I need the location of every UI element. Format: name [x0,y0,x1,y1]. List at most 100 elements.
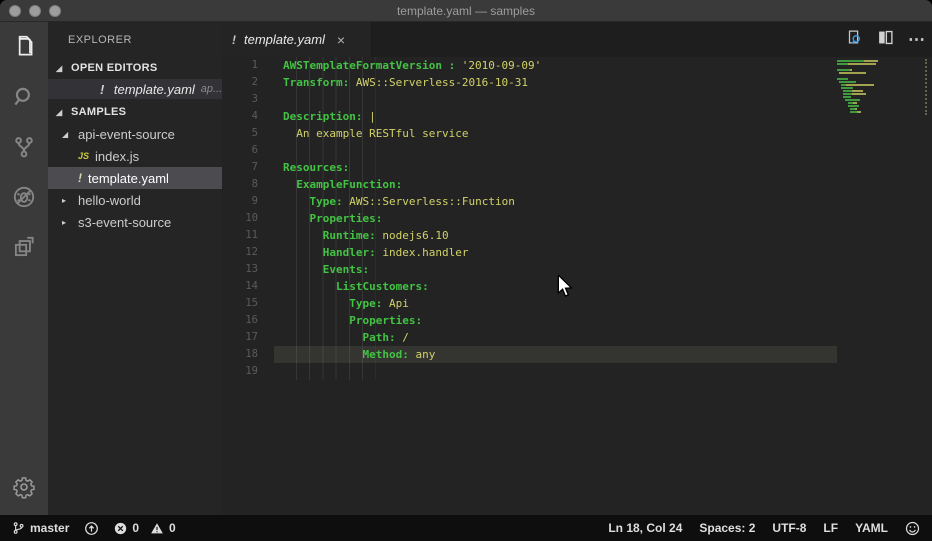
minimap-token [864,60,878,62]
debug-icon[interactable] [0,172,48,222]
code-line[interactable]: An example RESTful service [283,125,837,142]
more-actions-icon[interactable]: ⋯ [908,30,926,50]
samples-section-header[interactable]: ◢ SAMPLES [48,101,222,123]
minimap-token [843,93,852,95]
tab-template-yaml[interactable]: ! template.yaml × [222,22,372,57]
language-mode[interactable]: YAML [855,521,888,535]
minimap-token [841,87,853,89]
yaml-key-token: Method: [362,348,409,361]
open-editor-path-detail: ap... [200,83,222,95]
code-line[interactable]: Transform: AWS::Serverless-2016-10-31 [283,74,837,91]
yaml-value-token: any [408,348,436,361]
code-editor[interactable]: 1 2 3 4 5 6 7 8 9 10 11 12 13 14 15 16 17 18 19 AWSTemplat… [222,57,932,515]
yaml-key-token: Properties: [349,314,423,327]
samples-label: SAMPLES [71,106,127,118]
minimap-token [837,102,848,104]
minimap-token [843,96,851,98]
yaml-key-token: Description: [283,110,363,123]
code-line[interactable]: Path: / [283,329,837,346]
minimap-token [845,99,861,101]
tree-item-s3-event-source[interactable]: ▸ s3-event-source [48,211,222,233]
open-editors-header[interactable]: ◢ OPEN EDITORS [48,57,222,79]
yaml-key-token: Transform: [283,76,350,89]
publish-changes-button[interactable] [84,521,99,536]
open-preview-icon[interactable] [845,28,863,51]
split-editor-icon[interactable] [877,29,894,51]
tab-bar: ! template.yaml × ⋯ [222,22,932,57]
code-line[interactable]: Properties: [283,312,837,329]
line-number: 3 [251,93,258,105]
minimap[interactable] [837,60,917,117]
zoom-window-icon[interactable] [49,5,61,17]
explorer-icon[interactable] [0,22,48,72]
search-icon[interactable] [0,72,48,122]
editor-actions: ⋯ [845,22,926,57]
tree-item-hello-world[interactable]: ▸ hello-world [48,189,222,211]
yaml-key-token: Handler: [322,246,376,259]
status-bar-right: Ln 18, Col 24 Spaces: 2 UTF-8 LF YAML [608,521,920,536]
modified-file-icon: ! [232,32,236,47]
minimize-window-icon[interactable] [29,5,41,17]
minimap-token [837,60,865,62]
eol-setting[interactable]: LF [823,521,838,535]
yaml-key-token: ListCustomers: [335,280,429,293]
chevron-expanded-icon: ◢ [56,107,63,117]
indentation-setting[interactable]: Spaces: 2 [699,521,755,535]
code-line[interactable] [283,363,837,380]
line-number: 12 [245,246,258,258]
problems-status[interactable]: 0 0 [114,521,176,535]
minimap-token [843,90,852,92]
code-line[interactable]: Properties: [283,210,837,227]
gutter: 1 2 3 4 5 6 7 8 9 10 11 12 13 14 15 16 17 18 19 [222,57,258,380]
close-window-icon[interactable] [9,5,21,17]
open-editor-item-template-yaml[interactable]: ! template.yaml ap... [48,79,222,99]
code-line[interactable] [283,91,837,108]
yaml-key-token: Runtime: [322,229,376,242]
yaml-key-token: AWSTemplateFormatVersion : [283,59,456,72]
settings-gear-icon[interactable] [0,467,48,507]
line-number: 11 [245,229,258,241]
tree-item-api-event-source[interactable]: ◢ api-event-source [48,123,222,145]
chevron-collapsed-icon: ▸ [62,195,67,205]
yaml-value-token: '2010-09-09' [455,59,542,72]
code-line[interactable]: AWSTemplateFormatVersion : '2010-09-09' [283,57,837,74]
file-label: template.yaml [88,170,169,186]
line-number: 14 [245,280,258,292]
feedback-smiley-icon[interactable] [905,521,920,536]
open-editor-filename: template.yaml [113,81,195,97]
code-line[interactable]: ExampleFunction: [283,176,837,193]
tree-item-template-yaml[interactable]: ! template.yaml [48,167,222,189]
minimap-token [837,63,848,65]
yaml-value-token: AWS::Serverless::Function [342,195,515,208]
minimap-token [851,90,864,92]
code-line[interactable]: Resources: [283,159,837,176]
source-control-icon[interactable] [0,122,48,172]
git-branch-status[interactable]: master [12,521,69,535]
yaml-key-token: Type: [309,195,343,208]
code-line[interactable]: Runtime: nodejs6.10 [283,227,837,244]
code-line[interactable]: Description: | [283,108,837,125]
code-line[interactable]: Method: any [283,346,837,363]
line-number: 13 [245,263,258,275]
encoding-setting[interactable]: UTF-8 [772,521,806,535]
yaml-key-token: Properties: [309,212,383,225]
window-title: template.yaml — samples [396,4,536,18]
code-line[interactable]: Type: AWS::Serverless::Function [283,193,837,210]
line-number: 4 [251,110,258,122]
extensions-icon[interactable] [0,222,48,272]
publish-icon [85,521,99,535]
cursor-position[interactable]: Ln 18, Col 24 [608,521,682,535]
code-line[interactable] [283,142,837,159]
close-tab-icon[interactable]: × [337,32,345,48]
line-number: 19 [245,365,258,377]
tree-item-index-js[interactable]: JS index.js [48,145,222,167]
code-line[interactable]: Handler: index.handler [283,244,837,261]
yaml-value-token: nodejs6.10 [375,229,449,242]
status-bar: master 0 0 Ln 18, Col 24 Spaces: 2 UTF-8… [0,515,932,541]
error-count: 0 [132,521,140,535]
vscode-window: template.yaml — samples EXPLORER ◢ OPEN … [0,0,932,541]
